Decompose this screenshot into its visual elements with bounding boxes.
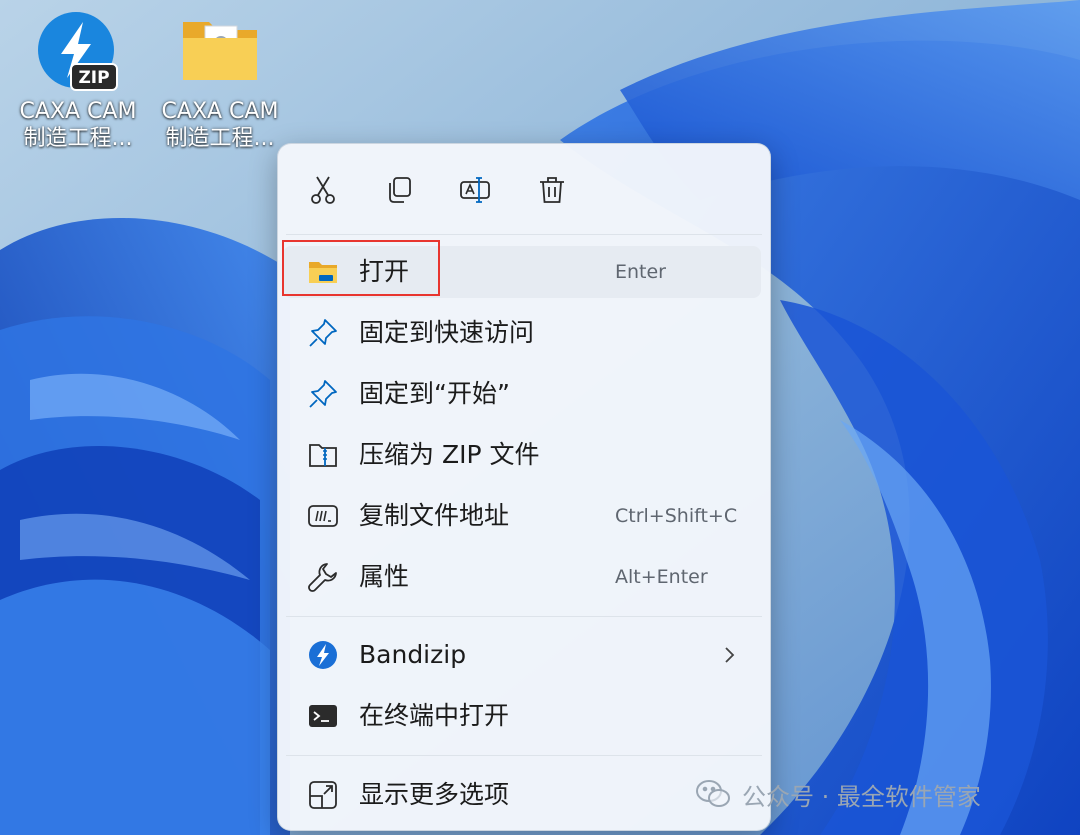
menu-item-label: 显示更多选项: [359, 780, 510, 809]
menu-item-open-in-terminal[interactable]: 在终端中打开: [283, 690, 761, 742]
bandizip-zip-file-icon: ZIP: [38, 12, 118, 91]
bandizip-icon: [307, 639, 339, 671]
desktop-icon-label: CAXA CAM: [19, 99, 137, 124]
menu-item-label: 在终端中打开: [359, 701, 510, 730]
quick-action-bar: [278, 144, 770, 234]
zip-badge-text: ZIP: [78, 68, 109, 88]
menu-separator: [286, 755, 762, 756]
terminal-icon: [307, 700, 339, 732]
wrench-icon: [307, 561, 339, 593]
rename-button[interactable]: [453, 168, 497, 212]
desktop-icon-label: 制造工程...: [165, 126, 275, 151]
menu-item-bandizip[interactable]: Bandizip: [283, 629, 761, 681]
wechat-icon: [696, 780, 730, 807]
scissors-icon: [311, 176, 335, 204]
menu-item-properties[interactable]: 属性 Alt+Enter: [283, 551, 761, 603]
cut-button[interactable]: [301, 168, 345, 212]
menu-item-pin-quick-access[interactable]: 固定到快速访问: [283, 307, 761, 359]
path-icon: [307, 500, 339, 532]
copy-button[interactable]: [377, 168, 421, 212]
menu-separator: [286, 616, 762, 617]
desktop-icon-zip-file[interactable]: ZIP CAXA CAM 制造工程...: [8, 8, 148, 152]
desktop-icon-label: CAXA CAM: [161, 99, 279, 124]
desktop: ZIP CAXA CAM 制造工程... CAXA CAM 制造工程... 打开…: [0, 0, 1080, 835]
rename-icon: [460, 177, 490, 203]
zip-folder-icon: [307, 439, 339, 471]
show-more-icon: [307, 779, 339, 811]
menu-item-label: 复制文件地址: [359, 501, 510, 530]
folder-icon: [183, 22, 257, 80]
copy-icon: [389, 177, 411, 203]
watermark-text: 公众号 · 最全软件管家: [742, 782, 981, 811]
annotation-highlight-box: [282, 240, 440, 296]
menu-item-copy-path[interactable]: 复制文件地址 Ctrl+Shift+C: [283, 490, 761, 542]
pin-icon: [307, 378, 339, 410]
menu-item-shortcut: Alt+Enter: [615, 566, 708, 588]
menu-item-label: 固定到快速访问: [359, 318, 535, 347]
menu-item-pin-start[interactable]: 固定到“开始”: [283, 368, 761, 420]
trash-icon: [540, 177, 564, 203]
desktop-icon-folder[interactable]: CAXA CAM 制造工程...: [150, 8, 290, 152]
menu-item-label: 属性: [359, 562, 410, 591]
watermark: 公众号 · 最全软件管家: [694, 772, 981, 816]
menu-item-label: Bandizip: [359, 640, 467, 669]
desktop-icon-label: 制造工程...: [23, 126, 133, 151]
menu-item-shortcut: Ctrl+Shift+C: [615, 505, 738, 527]
menu-item-label: 固定到“开始”: [359, 379, 510, 408]
menu-item-shortcut: Enter: [615, 261, 666, 283]
delete-button[interactable]: [530, 168, 574, 212]
menu-item-label: 压缩为 ZIP 文件: [359, 440, 540, 469]
pin-icon: [307, 317, 339, 349]
menu-item-show-more-options[interactable]: 显示更多选项: [283, 769, 761, 821]
chevron-right-icon: [725, 647, 735, 663]
menu-separator: [286, 234, 762, 235]
menu-item-compress-zip[interactable]: 压缩为 ZIP 文件: [283, 429, 761, 481]
